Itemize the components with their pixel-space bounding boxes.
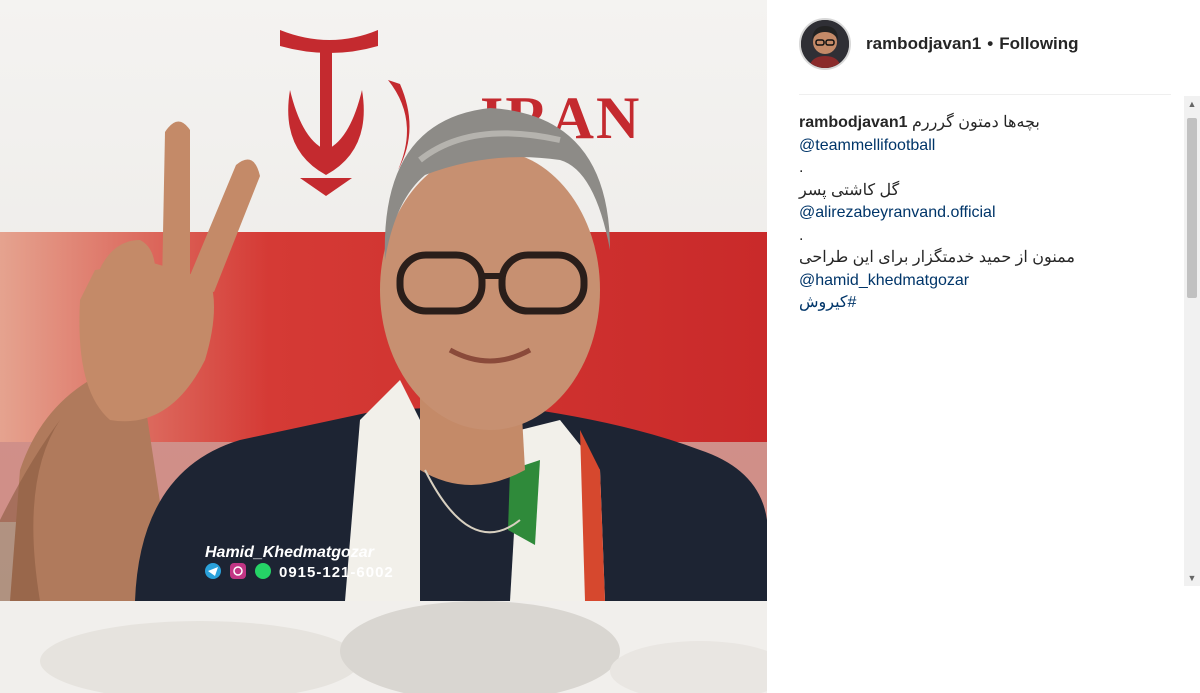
post-sidebar: rambodjavan1 • Following rambodjavan1 بچ… [767,0,1200,693]
mention-hamid-khedmatgozar[interactable]: @hamid_khedmatgozar [799,272,969,289]
following-button[interactable]: Following [999,34,1078,54]
hashtag-link[interactable]: #کیروش [799,292,856,315]
header-separator: • [987,34,994,53]
whatsapp-icon [255,563,271,579]
instagram-icon [230,563,246,579]
watermark-name: Hamid_Khedmatgozar [205,544,375,561]
avatar-image [801,20,849,68]
post-image[interactable]: IRAN Hamid_Khedmatgozar 0915-121-6002 [0,0,767,693]
post-header: rambodjavan1 • Following [799,18,1079,70]
next-image-preview [0,601,767,693]
caption-dot-1: . [799,159,804,176]
header-divider [799,94,1171,95]
scroll-up-arrow-icon[interactable]: ▲ [1184,96,1200,112]
mention-alirezabeyranvand[interactable]: @alirezabeyranvand.official [799,204,996,221]
caption-scrollbar[interactable]: ▲ ▼ [1184,96,1200,586]
post-caption: rambodjavan1 بچه‌ها دمتون گرررم @teammel… [799,112,1179,315]
header-username[interactable]: rambodjavan1 [866,34,981,54]
avatar[interactable] [799,18,851,70]
caption-line-1: بچه‌ها دمتون گرررم [911,114,1040,131]
caption-line-2: گل کاشتی پسر [799,181,900,199]
scroll-down-arrow-icon[interactable]: ▼ [1184,570,1200,586]
caption-line-3: ممنون از حمید خدمتگزار برای این طراحی [799,249,1075,266]
caption-username[interactable]: rambodjavan1 [799,114,907,131]
post-photo: IRAN Hamid_Khedmatgozar 0915-121-6002 [0,0,767,601]
watermark-phone: 0915-121-6002 [279,564,394,581]
mention-teammellifootball[interactable]: @teammellifootball [799,137,935,154]
caption-dot-2: . [799,226,804,244]
scrollbar-thumb[interactable] [1187,118,1197,298]
